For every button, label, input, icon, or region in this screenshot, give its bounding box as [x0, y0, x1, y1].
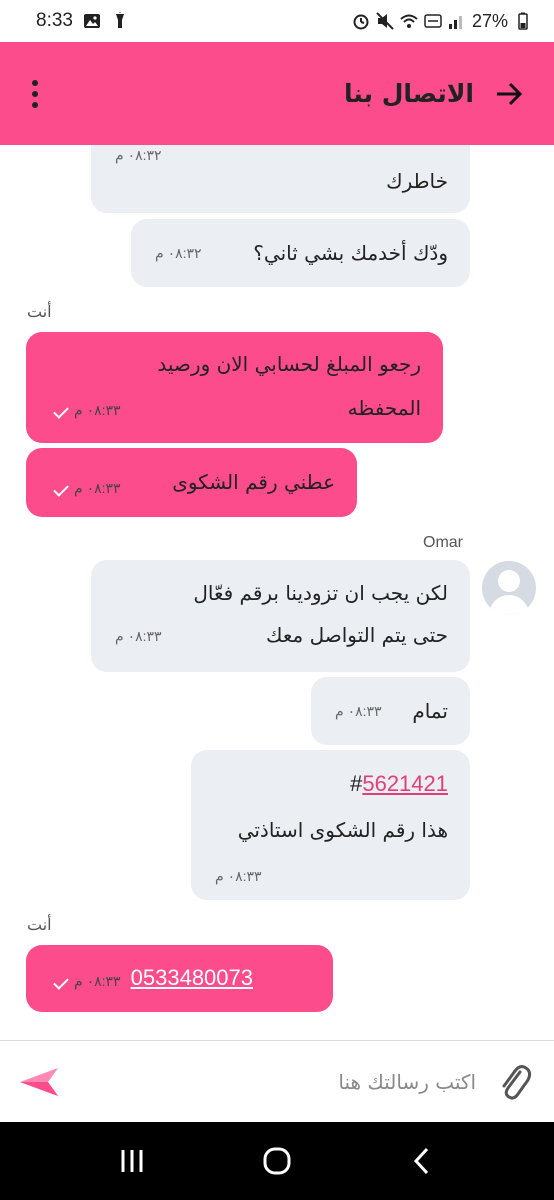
flashlight-icon	[115, 12, 124, 28]
message-text: خاطرك	[386, 169, 448, 193]
battery-percent: 27%	[471, 10, 508, 31]
message-bubble[interactable]: رجعو المبلغ لحسابي الان ورصيد المحفظه ٠٨…	[26, 332, 443, 443]
message-bubble[interactable]: لكن يجب ان تزودينا برقم فعّال حتى يتم ال…	[91, 560, 470, 672]
sent-check-icon	[53, 481, 69, 498]
message-time: ٠٨:٣٢ م	[115, 147, 162, 163]
arrow-right-icon[interactable]	[494, 79, 524, 109]
message-input[interactable]	[60, 1056, 496, 1107]
message-composer	[0, 1040, 554, 1122]
status-left: 8:33	[36, 10, 129, 32]
mute-icon	[376, 12, 394, 30]
message-bubble[interactable]: عطني رقم الشكوى ٠٨:٣٣ م	[26, 448, 357, 517]
message-text: ودّك أخدمك بشي ثاني؟	[253, 241, 448, 265]
message-time: ٠٨:٣٢ م	[155, 245, 202, 261]
chat-list[interactable]: خاطرك ٠٨:٣٢ م ودّك أخدمك بشي ثاني؟ ٠٨:٣٢…	[0, 145, 554, 1040]
message-text-line: رجعو المبلغ لحسابي الان ورصيد	[157, 352, 421, 376]
message-link-line: #5621421	[350, 764, 448, 804]
message-status: ٠٨:٣٣ م	[53, 480, 121, 498]
avatar-body	[489, 595, 529, 615]
sender-label: Omar	[423, 534, 463, 551]
status-bar: 8:33 27%	[0, 0, 554, 42]
paperclip-icon[interactable]	[496, 1062, 532, 1102]
message-text: هذا رقم الشكوى استاذتي	[237, 818, 448, 842]
system-nav-bar	[0, 1122, 554, 1200]
message-bubble[interactable]: ودّك أخدمك بشي ثاني؟ ٠٨:٣٢ م	[131, 219, 470, 287]
hash-sign: #	[350, 771, 363, 796]
message-time: ٠٨:٣٣ م	[74, 480, 121, 496]
sender-label: أنت	[27, 917, 52, 934]
message-text-line: المحفظه	[347, 396, 421, 420]
volte-icon	[424, 14, 442, 28]
page-title: الاتصال بنا	[344, 79, 474, 108]
status-time: 8:33	[36, 10, 73, 31]
message-time: ٠٨:٣٣ م	[74, 973, 121, 989]
message-text-line: لكن يجب ان تزودينا برقم فعّال	[193, 581, 448, 605]
message-time: ٠٨:٣٣ م	[115, 628, 162, 644]
wifi-icon	[400, 14, 418, 28]
send-icon[interactable]	[18, 1064, 60, 1100]
message-bubble[interactable]: ٠٨:٣٣ م 0533480073	[26, 945, 333, 1012]
message-status: ٠٨:٣٣ م	[53, 402, 121, 420]
battery-icon	[518, 12, 528, 30]
message-bubble[interactable]: #5621421 هذا رقم الشكوى استاذتي ٠٨:٣٣ م	[191, 750, 470, 900]
message-text: عطني رقم الشكوى	[172, 470, 335, 494]
back-icon[interactable]	[407, 1146, 437, 1176]
message-time: ٠٨:٣٣ م	[74, 402, 121, 418]
signal-icon	[448, 16, 462, 29]
sent-check-icon	[53, 403, 69, 420]
home-icon[interactable]	[262, 1146, 292, 1176]
message-bubble[interactable]: خاطرك ٠٨:٣٢ م	[91, 145, 470, 213]
status-right: 27%	[352, 11, 532, 32]
app-bar-right: الاتصال بنا	[344, 79, 524, 109]
kebab-menu-icon[interactable]	[24, 74, 46, 114]
avatar-head	[498, 570, 520, 592]
app-bar: الاتصال بنا	[0, 42, 554, 145]
message-text: تمام	[412, 699, 448, 723]
recent-apps-icon[interactable]	[117, 1146, 147, 1176]
message-link-line: 0533480073	[131, 958, 253, 998]
alarm-icon	[353, 14, 369, 30]
avatar[interactable]	[482, 561, 536, 615]
message-bubble[interactable]: تمام ٠٨:٣٣ م	[311, 677, 470, 745]
message-text-line: حتى يتم التواصل معك	[266, 623, 448, 647]
message-status: ٠٨:٣٣ م	[53, 973, 121, 991]
phone-number-link[interactable]: 0533480073	[131, 965, 253, 990]
message-time: ٠٨:٣٣ م	[335, 703, 382, 719]
complaint-number-link[interactable]: 5621421	[362, 771, 448, 796]
sent-check-icon	[53, 974, 69, 991]
sender-label: أنت	[27, 304, 52, 321]
image-icon	[83, 14, 100, 28]
message-time: ٠٨:٣٣ م	[215, 868, 262, 884]
